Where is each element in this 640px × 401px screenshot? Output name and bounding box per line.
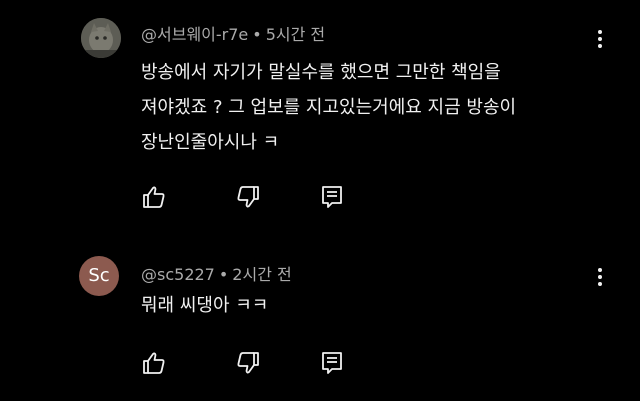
more-vertical-icon [598,30,602,48]
comment-item: @서브웨이-r7e • 5시간 전 방송에서 자기가 말실수를 했으면 그만한 책임… [0,0,640,220]
comment-item: Sc @sc5227 • 2시간 전 뭐래 씨댕아 ㅋㅋ [0,240,640,401]
dislike-button[interactable] [235,350,261,376]
comment-text-line: 장난인줄아시나 ㅋ [141,132,280,153]
author-name[interactable]: @sc5227 [141,265,215,284]
avatar[interactable] [81,18,121,58]
thumbs-up-icon [143,186,165,208]
comment-meta: @서브웨이-r7e • 5시간 전 [141,21,325,45]
like-button[interactable] [141,350,167,376]
comment-text: 방송에서 자기가 말실수를 했으면 그만한 책임을 져야겠죠 ? 그 업보를 지… [141,55,611,160]
reply-button[interactable] [319,350,345,376]
meta-separator: • [218,265,229,284]
reply-icon [322,186,342,208]
comment-text: 뭐래 씨댕아 ㅋㅋ [141,288,611,323]
avatar-initials: Sc [88,265,110,286]
reply-button[interactable] [319,184,345,210]
timestamp[interactable]: 5시간 전 [266,25,325,44]
thumbs-down-icon [237,352,259,374]
meta-separator: • [252,25,262,44]
reply-icon [322,352,342,374]
dislike-button[interactable] [235,184,261,210]
cat-photo-avatar [81,18,121,58]
more-options-button[interactable] [590,27,610,53]
comment-meta: @sc5227 • 2시간 전 [141,261,292,285]
thumbs-down-icon [237,186,259,208]
author-name[interactable]: @서브웨이-r7e [141,25,248,44]
timestamp[interactable]: 2시간 전 [232,265,291,284]
avatar[interactable]: Sc [79,256,119,296]
thumbs-up-icon [143,352,165,374]
comment-text-line: 져야겠죠 ? 그 업보를 지고있는거에요 지금 방송이 [141,97,517,118]
comment-text-line: 방송에서 자기가 말실수를 했으면 그만한 책임을 [141,62,501,83]
like-button[interactable] [141,184,167,210]
comment-actions [141,184,361,210]
comment-text-line: 뭐래 씨댕아 ㅋㅋ [141,295,269,316]
comment-actions [141,350,361,376]
